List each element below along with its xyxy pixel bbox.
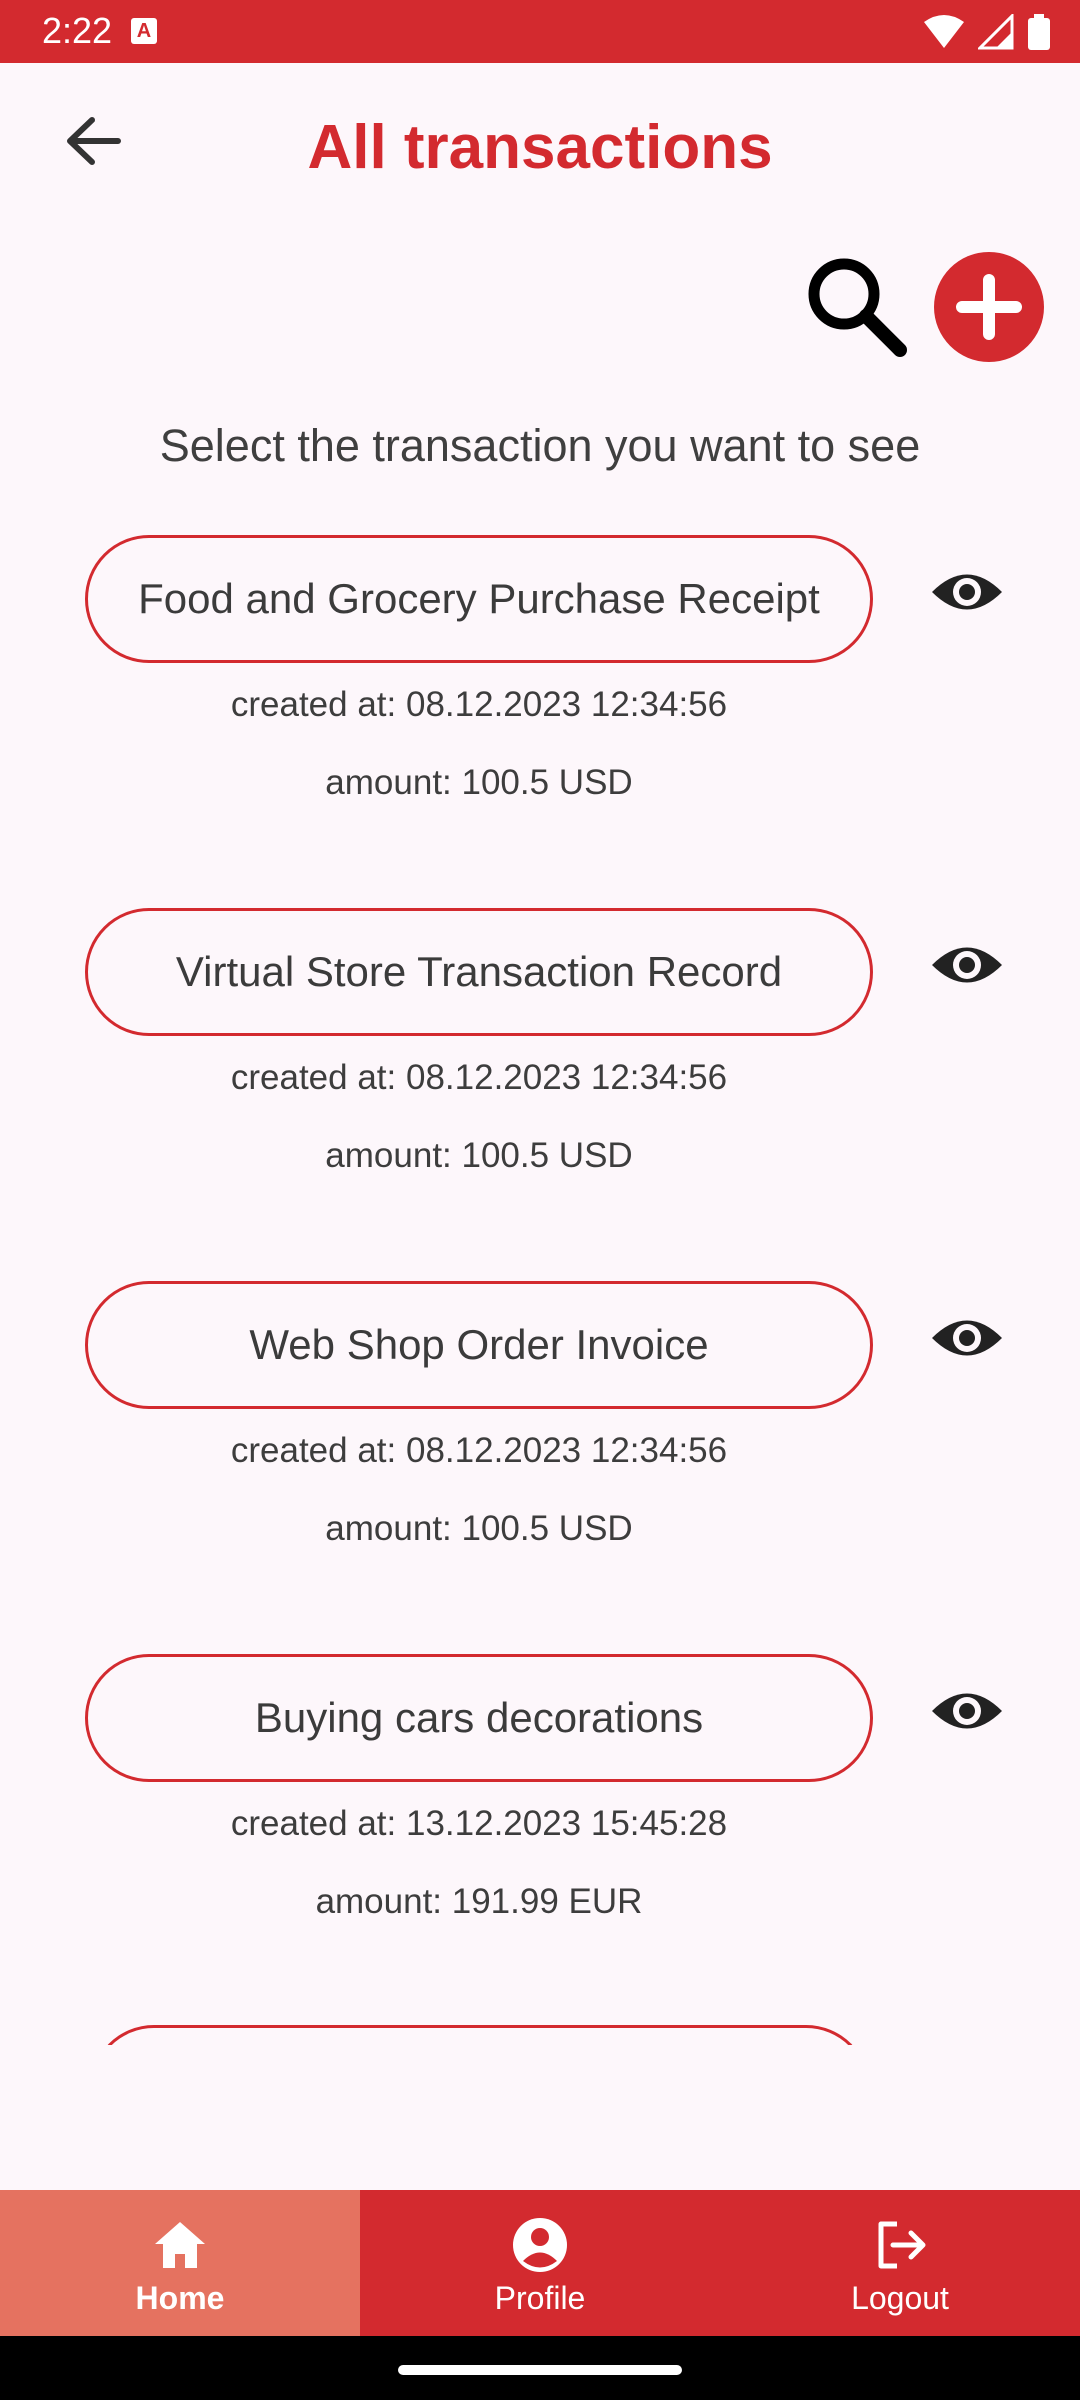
view-transaction-button[interactable] xyxy=(930,1311,1004,1365)
view-transaction-button[interactable] xyxy=(930,565,1004,619)
transaction-amount: amount: 100.5 USD xyxy=(325,763,633,802)
view-transaction-button[interactable] xyxy=(930,938,1004,992)
nav-profile-label: Profile xyxy=(494,2280,586,2316)
nav-home-label: Home xyxy=(135,2280,225,2316)
signal-icon xyxy=(978,14,1014,50)
search-icon xyxy=(808,258,907,357)
eye-icon xyxy=(932,574,1002,610)
transaction-name-button[interactable]: Buying cars decorations xyxy=(85,1654,873,1782)
wifi-icon xyxy=(924,15,964,48)
transaction-amount: amount: 100.5 USD xyxy=(325,1136,633,1175)
nav-profile[interactable]: Profile xyxy=(360,2190,720,2336)
transaction-amount: amount: 100.5 USD xyxy=(325,1509,633,1548)
transaction-item: Buying cars decorations created at: 13.1… xyxy=(0,1654,1080,1944)
nav-home[interactable]: Home xyxy=(0,2190,360,2336)
eye-icon xyxy=(932,947,1002,983)
plus-circle-icon xyxy=(956,274,1022,340)
status-bar: 2:22 A xyxy=(0,0,1080,63)
a-icon: A xyxy=(131,18,157,44)
add-transaction-button[interactable] xyxy=(934,252,1044,362)
logout-icon xyxy=(878,2221,926,2269)
gesture-handle[interactable] xyxy=(398,2365,682,2375)
status-icons xyxy=(924,14,1050,50)
transaction-created: created at: 13.12.2023 15:45:28 xyxy=(230,1804,728,1843)
battery-icon xyxy=(1028,14,1050,50)
gesture-bar xyxy=(0,2336,1080,2400)
transaction-created: created at: 08.12.2023 12:34:56 xyxy=(230,685,728,724)
transaction-item: Web Shop Order Invoice created at: 08.12… xyxy=(0,1281,1080,1571)
transaction-created: created at: 08.12.2023 12:34:56 xyxy=(230,1431,728,1470)
transaction-item: Food and Grocery Purchase Receipt create… xyxy=(0,535,1080,825)
transaction-created: created at: 08.12.2023 12:34:56 xyxy=(230,1058,728,1097)
instruction-text: Select the transaction you want to see xyxy=(159,420,921,471)
nav-logout-label: Logout xyxy=(851,2280,949,2316)
transaction-name-button[interactable]: Web Shop Order Invoice xyxy=(85,1281,873,1409)
bottom-nav: Home Profile Logout xyxy=(0,2190,1080,2336)
eye-icon xyxy=(932,1693,1002,1729)
search-button[interactable] xyxy=(800,250,910,360)
status-time: 2:22 xyxy=(42,10,113,51)
home-icon xyxy=(155,2222,205,2268)
nav-logout[interactable]: Logout xyxy=(720,2190,1080,2336)
view-transaction-button[interactable] xyxy=(930,1684,1004,1738)
eye-icon xyxy=(932,1320,1002,1356)
transaction-name-button[interactable]: Virtual Store Transaction Record xyxy=(85,908,873,1036)
list-clip xyxy=(0,2045,1080,2190)
page-title: All transactions xyxy=(307,113,773,182)
profile-icon xyxy=(513,2218,567,2272)
transaction-amount: amount: 191.99 EUR xyxy=(315,1882,643,1921)
transaction-name-button[interactable]: Food and Grocery Purchase Receipt xyxy=(85,535,873,663)
transaction-item: Virtual Store Transaction Record created… xyxy=(0,908,1080,1198)
